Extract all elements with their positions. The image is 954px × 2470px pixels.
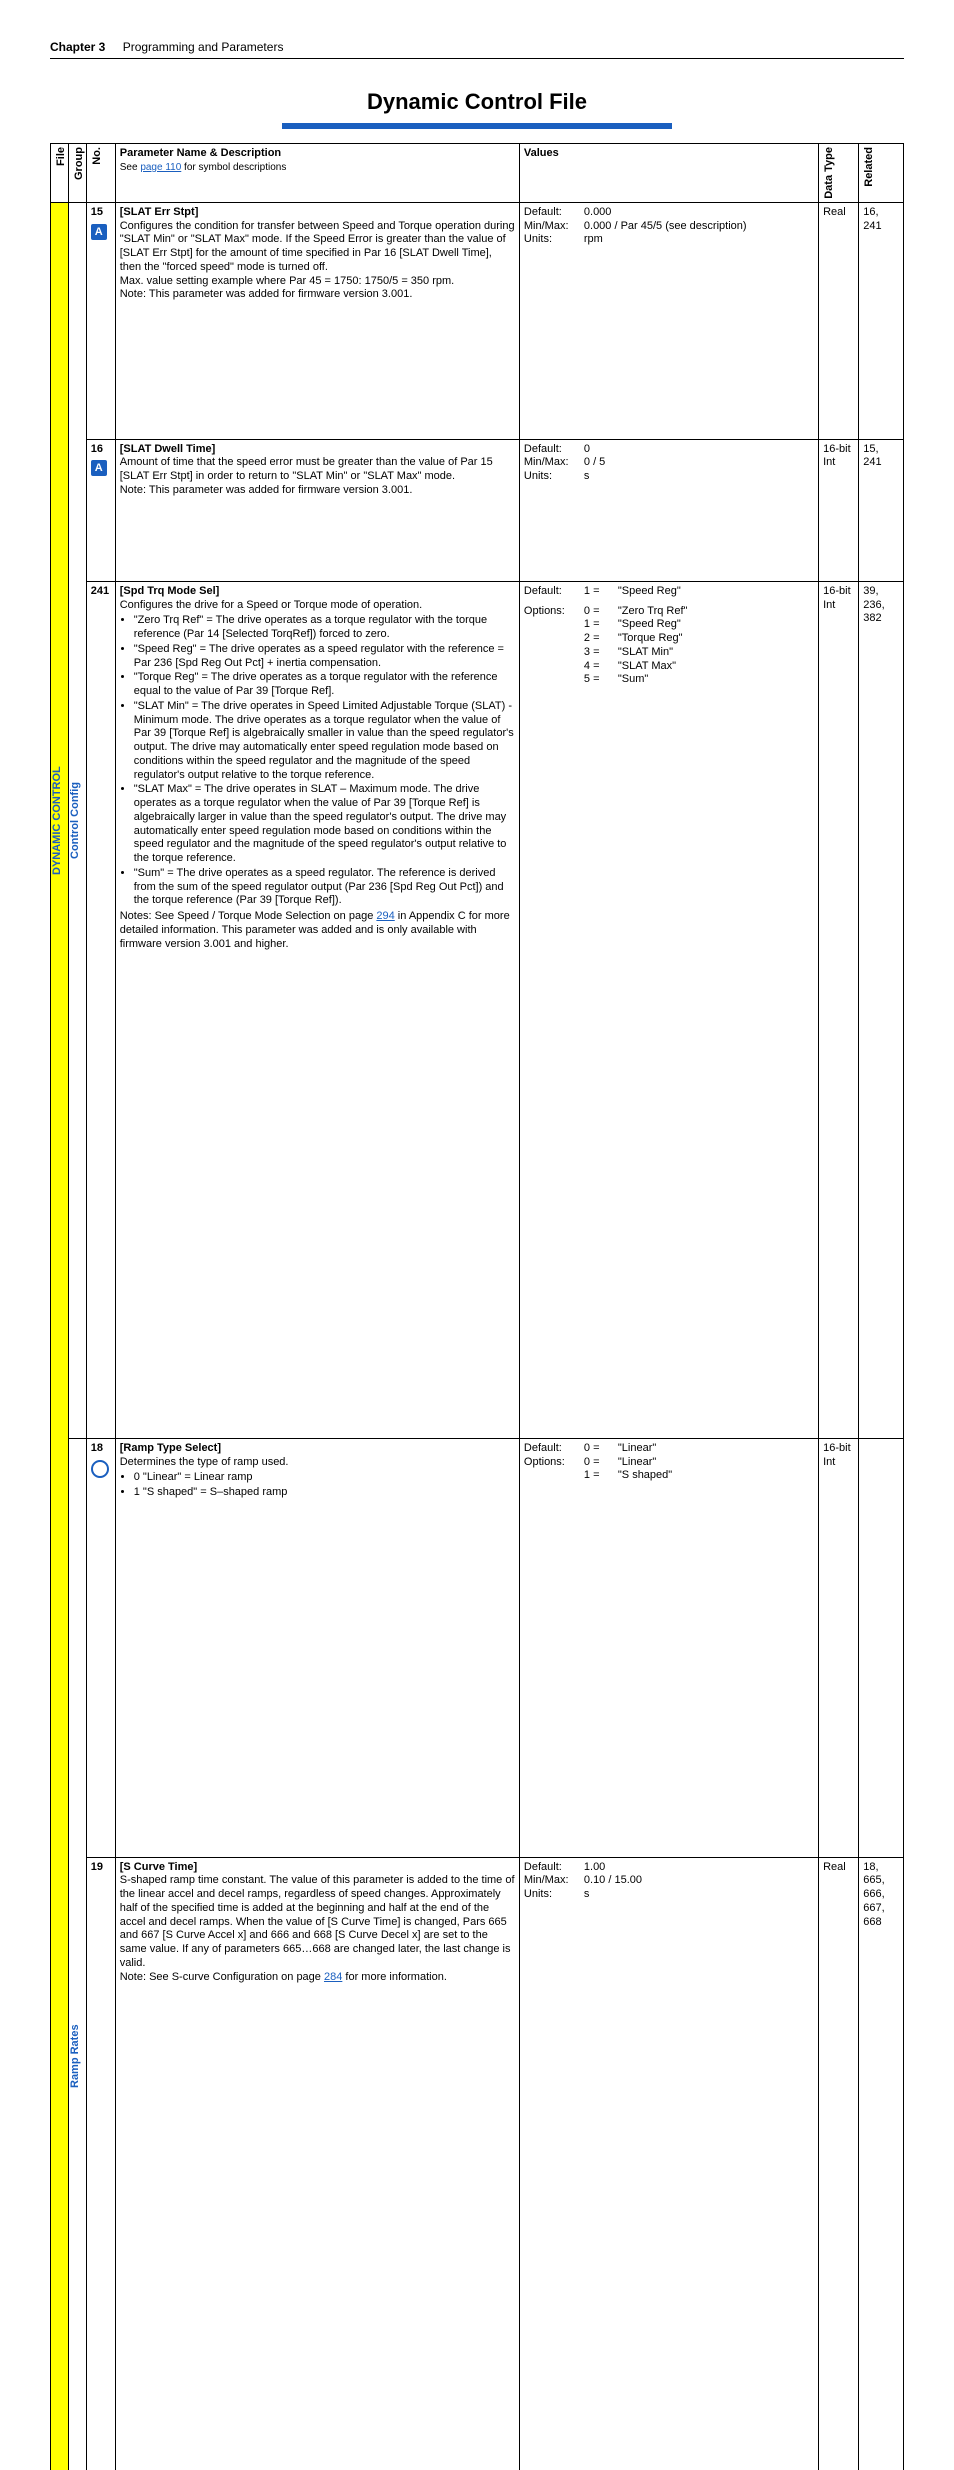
param-values: Default:0 Min/Max:0 / 5 Units:s <box>519 439 818 581</box>
table-row: DYNAMIC CONTROL Control Config 15 A [SLA… <box>51 202 904 439</box>
chapter-title: Programming and Parameters <box>123 40 284 54</box>
param-dtype: 16-bit Int <box>819 581 859 1438</box>
parameter-table: File Group No. Parameter Name & Descript… <box>50 143 904 2470</box>
param-no: 19 <box>86 1857 115 2470</box>
section-title: Dynamic Control File <box>50 89 904 115</box>
hdr-param: Parameter Name & Description See page 11… <box>115 144 519 203</box>
param-dtype: 16-bit Int <box>819 1438 859 1857</box>
chapter-label: Chapter 3 <box>50 40 105 54</box>
table-row: 19 [S Curve Time] S-shaped ramp time con… <box>51 1857 904 2470</box>
page-284-link[interactable]: 284 <box>324 1971 342 1983</box>
a-icon: A <box>91 224 107 240</box>
table-row: 16 A [SLAT Dwell Time] Amount of time th… <box>51 439 904 581</box>
param-values: Default:1.00 Min/Max:0.10 / 15.00 Units:… <box>519 1857 818 2470</box>
param-desc: [S Curve Time] S-shaped ramp time consta… <box>115 1857 519 2470</box>
hdr-dtype: Data Type <box>819 144 859 203</box>
hdr-group: Group <box>68 144 86 203</box>
param-no: 18 <box>86 1438 115 1857</box>
param-dtype: 16-bit Int <box>819 439 859 581</box>
table-header-row: File Group No. Parameter Name & Descript… <box>51 144 904 203</box>
param-values: Default: 0 ="Linear" Options: 0 ="Linear… <box>519 1438 818 1857</box>
table-row: Ramp Rates 18 [Ramp Type Select] Determi… <box>51 1438 904 1857</box>
param-related: 16, 241 <box>859 202 904 439</box>
param-desc: [SLAT Dwell Time] Amount of time that th… <box>115 439 519 581</box>
param-related: 15, 241 <box>859 439 904 581</box>
hdr-values: Values <box>519 144 818 203</box>
param-no: 241 <box>86 581 115 1438</box>
page-294-link[interactable]: 294 <box>376 910 394 922</box>
param-dtype: Real <box>819 202 859 439</box>
file-cell: DYNAMIC CONTROL <box>51 202 69 2470</box>
hdr-related: Related <box>859 144 904 203</box>
param-desc: [Spd Trq Mode Sel] Configures the drive … <box>115 581 519 1438</box>
param-related: 18, 665, 666, 667, 668 <box>859 1857 904 2470</box>
title-rule <box>282 123 672 129</box>
param-dtype: Real <box>819 1857 859 2470</box>
param-desc: [SLAT Err Stpt] Configures the condition… <box>115 202 519 439</box>
param-no: 15 A <box>86 202 115 439</box>
param-values: Default: 1 ="Speed Reg" Options: 0 ="Zer… <box>519 581 818 1438</box>
table-row: 241 [Spd Trq Mode Sel] Configures the dr… <box>51 581 904 1438</box>
param-desc: [Ramp Type Select] Determines the type o… <box>115 1438 519 1857</box>
hdr-file: File <box>51 144 69 203</box>
hdr-no: No. <box>86 144 115 203</box>
group-cell: Control Config <box>68 202 86 1438</box>
param-no: 16 A <box>86 439 115 581</box>
param-related: 39, 236, 382 <box>859 581 904 1438</box>
group-cell: Ramp Rates <box>68 1438 86 2470</box>
chapter-header: Chapter 3 Programming and Parameters <box>50 40 904 59</box>
a-icon: A <box>91 460 107 476</box>
param-related <box>859 1438 904 1857</box>
circle-icon <box>91 1460 109 1478</box>
param-values: Default:0.000 Min/Max:0.000 / Par 45/5 (… <box>519 202 818 439</box>
symbol-page-link[interactable]: page 110 <box>140 162 181 173</box>
